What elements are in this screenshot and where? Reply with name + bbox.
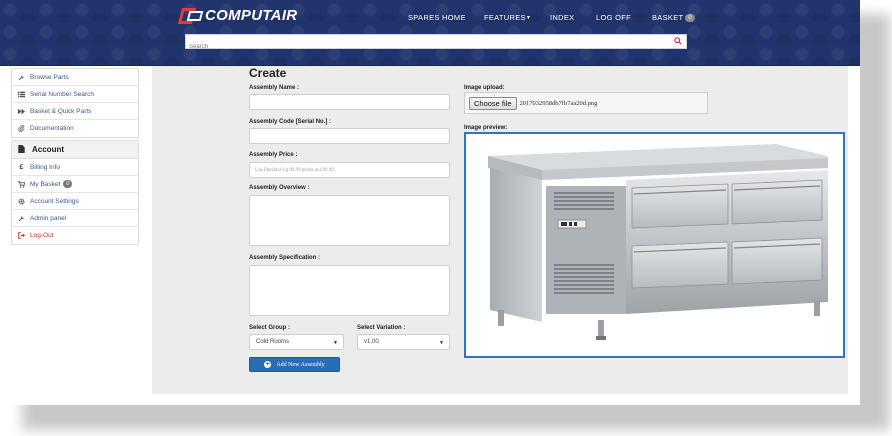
assembly-price-input[interactable]: Use Decimal e.g 99.99 prints as £99.99: [249, 162, 450, 178]
assembly-name-input[interactable]: [249, 94, 450, 110]
assembly-code-label: Assembly Code [Serial No.] :: [249, 119, 332, 125]
account-heading: Account: [12, 141, 138, 159]
sidebar-parts-group: Browse Parts Serial Number Search Basket…: [11, 68, 139, 138]
sidebar-item-my-basket[interactable]: My Basket 0: [12, 176, 138, 193]
choose-file-button[interactable]: Choose file: [469, 96, 517, 110]
basket-count-badge: 0: [685, 13, 696, 22]
page-shadow-wrap: COMPUTAIR SPARES HOME FEATURES ▾ INDEX L…: [0, 0, 892, 436]
top-header: COMPUTAIR SPARES HOME FEATURES ▾ INDEX L…: [0, 0, 860, 66]
image-upload-field: Choose file 2017032958db7fb7aa20d.png: [464, 92, 708, 114]
assembly-spec-label: Assembly Specification :: [249, 255, 321, 261]
sidebar-item-label: Billing Info: [30, 163, 60, 171]
sidebar-item-serial-search[interactable]: Serial Number Search: [12, 86, 138, 103]
refrigerated-counter-image: [488, 144, 828, 340]
list-icon: [18, 91, 25, 98]
select-variation-value: v1.00: [364, 339, 379, 345]
chevron-down-icon: ▼: [333, 340, 338, 346]
sidebar-item-label: My Basket: [30, 180, 61, 188]
logo-mark-icon: [177, 7, 204, 24]
sidebar-item-label: Account Settings: [30, 197, 79, 205]
selected-file-name: 2017032958db7fb7aa20d.png: [519, 99, 598, 107]
sidebar-item-basket-quick-parts[interactable]: Basket & Quick Parts: [12, 103, 138, 120]
search-bar: [185, 34, 687, 54]
chevron-down-icon: ▼: [439, 340, 444, 346]
page-title: Create: [249, 66, 287, 80]
nav-log-off-label: LOG OFF: [596, 13, 632, 22]
sidebar-item-admin-panel[interactable]: Admin panel: [12, 210, 138, 227]
search-input[interactable]: [186, 40, 666, 54]
account-heading-label: Account: [32, 145, 64, 154]
assembly-code-input[interactable]: [249, 128, 450, 144]
gear-icon: [18, 197, 25, 205]
sidebar-item-account-settings[interactable]: Account Settings: [12, 193, 138, 210]
sidebar-item-label: Documentation: [30, 125, 74, 132]
cart-icon: [18, 180, 25, 188]
pound-icon: £: [19, 163, 24, 171]
select-group-label: Select Group :: [249, 325, 291, 331]
select-variation-dropdown[interactable]: v1.00 ▼: [357, 334, 450, 350]
add-new-assembly-label: Add New Assembly: [276, 361, 325, 368]
select-group-value: Cold Rooms: [256, 339, 290, 345]
sidebar-item-browse-parts[interactable]: Browse Parts: [12, 69, 138, 86]
sidebar-item-label: Log-Out: [30, 232, 54, 239]
sidebar-item-label: Serial Number Search: [30, 90, 94, 98]
nav-basket-label: BASKET: [652, 13, 684, 22]
logout-icon: [18, 232, 25, 239]
select-variation-label: Select Variation :: [357, 325, 406, 331]
assembly-name-label: Assembly Name :: [249, 85, 300, 91]
nav-spares-home[interactable]: SPARES HOME: [408, 13, 484, 22]
main-nav: SPARES HOME FEATURES ▾ INDEX LOG OFF BAS…: [400, 13, 696, 22]
nav-index[interactable]: INDEX: [550, 13, 596, 22]
sidebar-item-documentation[interactable]: Documentation: [12, 120, 138, 137]
plus-circle-icon: +: [264, 361, 272, 368]
image-upload-label: Image upload:: [464, 85, 505, 91]
app-window: COMPUTAIR SPARES HOME FEATURES ▾ INDEX L…: [0, 0, 860, 405]
wrench-icon: [18, 215, 25, 222]
sidebar-item-log-out[interactable]: Log-Out: [12, 227, 138, 244]
nav-features[interactable]: FEATURES ▾: [484, 13, 550, 22]
image-preview-label: Image preview:: [464, 125, 508, 131]
nav-spares-home-label: SPARES HOME: [408, 13, 466, 22]
assembly-price-label: Assembly Price :: [249, 152, 298, 158]
paperclip-icon: [18, 125, 25, 132]
main-content: Create Assembly Name : Assembly Code [Se…: [152, 66, 848, 394]
assembly-overview-textarea[interactable]: [249, 195, 450, 246]
assembly-overview-label: Assembly Overview :: [249, 185, 310, 191]
nav-basket[interactable]: BASKET 0: [652, 13, 696, 22]
document-icon: [18, 144, 26, 155]
sidebar-item-label: Browse Parts: [30, 73, 69, 81]
caret-down-icon: ▾: [526, 15, 531, 21]
sidebar-item-billing-info[interactable]: £ Billing Info: [12, 159, 138, 176]
fast-forward-icon: [18, 108, 25, 115]
sidebar-account-group: Account £ Billing Info My Basket 0 Accou…: [11, 140, 139, 245]
sidebar-item-label: Admin panel: [30, 214, 67, 222]
nav-log-off[interactable]: LOG OFF: [596, 13, 652, 22]
nav-index-label: INDEX: [550, 13, 575, 22]
sidebar-item-label: Basket & Quick Parts: [30, 107, 92, 115]
search-icon[interactable]: [674, 37, 682, 45]
wrench-icon: [18, 74, 25, 81]
assembly-price-placeholder: Use Decimal e.g 99.99 prints as £99.99: [255, 168, 334, 173]
nav-features-label: FEATURES: [484, 13, 526, 22]
select-group-dropdown[interactable]: Cold Rooms ▼: [249, 334, 344, 350]
assembly-spec-textarea[interactable]: [249, 265, 450, 316]
image-preview-box: [464, 132, 845, 358]
my-basket-count-badge: 0: [63, 180, 73, 188]
add-new-assembly-button[interactable]: + Add New Assembly: [249, 357, 340, 372]
brand-name: COMPUTAIR: [205, 7, 298, 24]
brand-logo[interactable]: COMPUTAIR: [177, 7, 298, 24]
sidebar: Browse Parts Serial Number Search Basket…: [11, 68, 139, 247]
